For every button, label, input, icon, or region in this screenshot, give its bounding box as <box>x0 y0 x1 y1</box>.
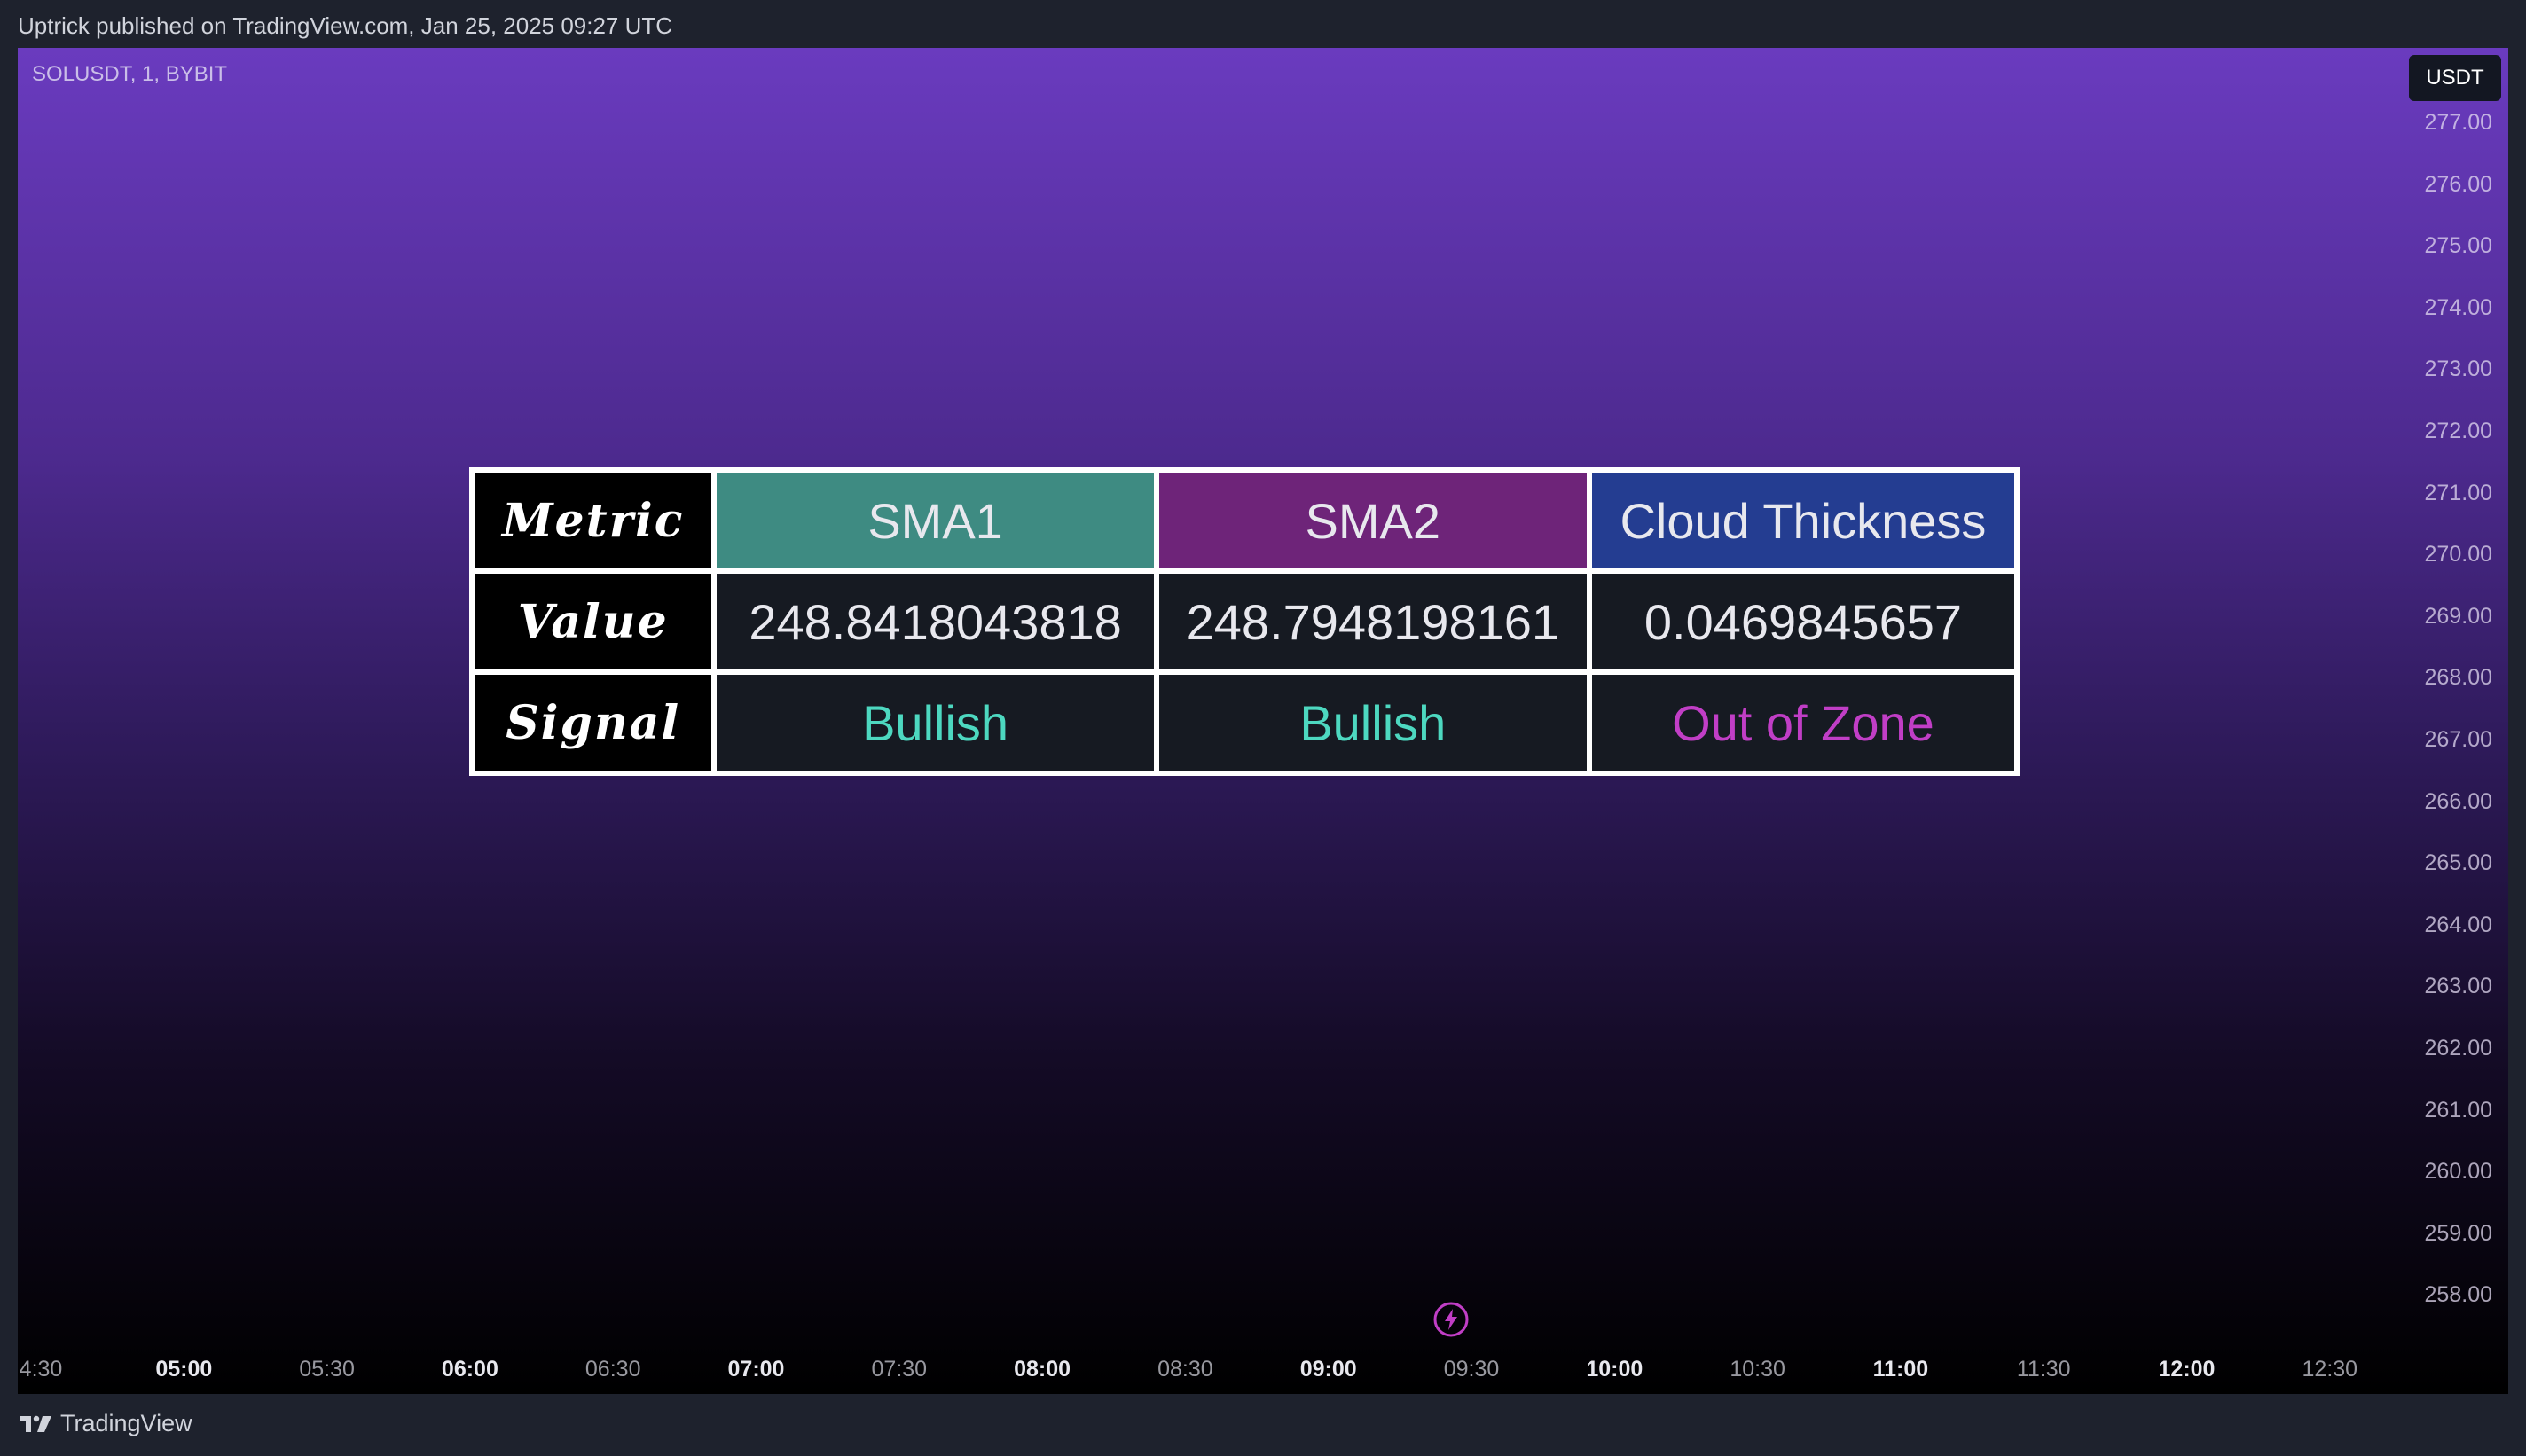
value-sma1: 248.8418043818 <box>717 574 1154 669</box>
time-axis-label: 06:30 <box>584 1357 641 1382</box>
price-axis-label: 261.00 <box>2424 1097 2492 1123</box>
price-axis-label: 260.00 <box>2424 1159 2492 1185</box>
time-axis-label: 08:00 <box>1014 1357 1071 1382</box>
value-cloud-thickness: 0.0469845657 <box>1591 574 2014 669</box>
publish-bar: Uptrick published on TradingView.com, Ja… <box>0 0 2526 48</box>
tradingview-brand[interactable]: TradingView <box>18 1410 192 1437</box>
price-axis-label: 264.00 <box>2424 912 2492 937</box>
time-axis-label: 08:30 <box>1157 1357 1213 1382</box>
metrics-table: Metric SMA1 SMA2 Cloud Thickness Value 2… <box>469 467 2020 776</box>
lightning-icon[interactable] <box>1433 1302 1469 1337</box>
time-axis-label: 07:00 <box>727 1357 785 1382</box>
row-label-metric: Metric <box>475 473 712 568</box>
price-axis-label: 269.00 <box>2424 603 2492 629</box>
time-axis-label: 11:00 <box>1872 1357 1929 1382</box>
time-axis-label: 11:30 <box>2016 1357 2071 1382</box>
price-axis-label: 267.00 <box>2424 727 2492 752</box>
price-axis-label: 277.00 <box>2424 110 2492 135</box>
price-axis-label: 263.00 <box>2424 974 2492 999</box>
time-axis-label: 05:00 <box>155 1357 213 1382</box>
price-axis-label: 259.00 <box>2424 1220 2492 1246</box>
row-label-value: Value <box>475 574 712 669</box>
price-axis-label: 271.00 <box>2424 480 2492 505</box>
price-axis-label: 270.00 <box>2424 542 2492 568</box>
signal-sma1: Bullish <box>717 675 1154 771</box>
time-axis-label: 09:00 <box>1299 1357 1357 1382</box>
price-axis-label: 276.00 <box>2424 171 2492 197</box>
price-axis-label: 275.00 <box>2424 233 2492 259</box>
price-axis-label: 268.00 <box>2424 665 2492 691</box>
footer-bar <box>0 1394 2526 1456</box>
time-axis-label: 10:30 <box>1730 1357 1785 1382</box>
value-sma2: 248.7948198161 <box>1158 574 1587 669</box>
price-axis-label: 262.00 <box>2424 1036 2492 1061</box>
publish-info: Uptrick published on TradingView.com, Ja… <box>18 12 673 39</box>
time-axis-label: 06:00 <box>441 1357 498 1382</box>
row-label-signal: Signal <box>475 675 712 771</box>
chart-area[interactable]: SOLUSDT, 1, BYBIT USDT 277.00 276.00 275.0… <box>18 48 2508 1394</box>
price-axis-label: 273.00 <box>2424 356 2492 382</box>
table-header-row: Metric SMA1 SMA2 Cloud Thickness <box>475 473 2014 568</box>
time-axis-label: 07:30 <box>871 1357 928 1382</box>
time-axis-label: 09:30 <box>1443 1357 1500 1382</box>
price-axis-label: 258.00 <box>2424 1282 2492 1308</box>
header-sma2: SMA2 <box>1158 473 1587 568</box>
signal-cloud-thickness: Out of Zone <box>1591 675 2014 771</box>
price-axis-label: 272.00 <box>2424 419 2492 443</box>
time-axis-label: 05:30 <box>299 1357 355 1382</box>
brand-name: TradingView <box>60 1410 192 1436</box>
time-axis-label: 10:00 <box>1586 1357 1643 1382</box>
time-axis-label: 12:30 <box>2302 1357 2358 1382</box>
table-signal-row: Signal Bullish Bullish Out of Zone <box>475 675 2014 771</box>
time-axis-label: 12:00 <box>2158 1357 2216 1382</box>
header-cloud-thickness: Cloud Thickness <box>1591 473 2014 568</box>
symbol-label: SOLUSDT, 1, BYBIT <box>32 62 228 86</box>
price-axis-label: 265.00 <box>2424 850 2492 876</box>
price-axis-label: 274.00 <box>2424 294 2492 320</box>
currency-button[interactable]: USDT <box>2409 55 2501 101</box>
price-axis-label: 266.00 <box>2424 788 2492 814</box>
header-sma1: SMA1 <box>717 473 1154 568</box>
tradingview-logo-icon <box>20 1415 51 1432</box>
time-axis-label: 4:30 <box>19 1357 63 1382</box>
table-value-row: Value 248.8418043818 248.7948198161 0.04… <box>475 574 2014 669</box>
signal-sma2: Bullish <box>1158 675 1587 771</box>
